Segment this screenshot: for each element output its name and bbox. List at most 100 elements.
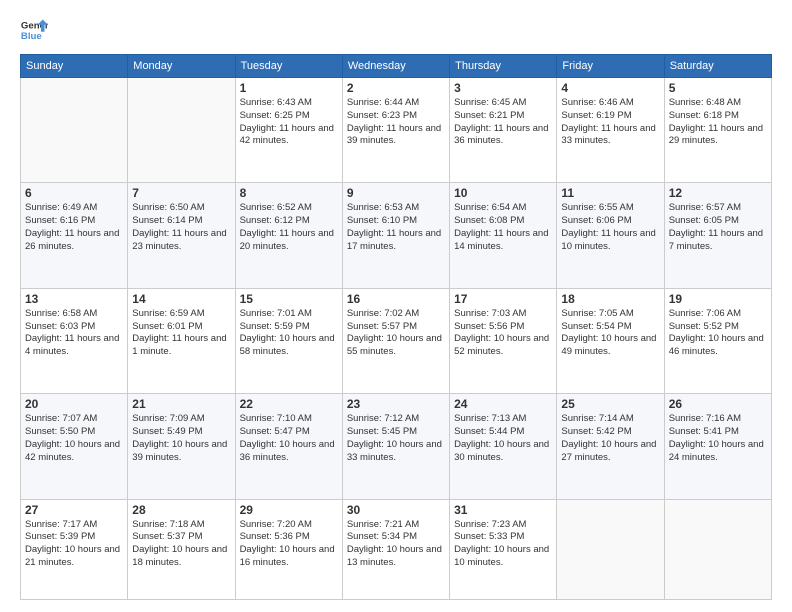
day-info: Sunrise: 6:55 AMSunset: 6:06 PMDaylight:… [561, 202, 659, 253]
day-info: Sunrise: 7:20 AMSunset: 5:36 PMDaylight:… [240, 519, 338, 570]
day-info: Sunrise: 7:03 AMSunset: 5:56 PMDaylight:… [454, 308, 552, 359]
day-number: 31 [454, 503, 552, 517]
calendar-cell: 20Sunrise: 7:07 AMSunset: 5:50 PMDayligh… [21, 394, 128, 499]
day-info: Sunrise: 7:09 AMSunset: 5:49 PMDaylight:… [132, 413, 230, 464]
calendar-week-row: 6 Sunrise: 6:49 AMSunset: 6:16 PMDaylight… [21, 183, 772, 288]
day-info: Sunrise: 6:53 AMSunset: 6:10 PMDaylight:… [347, 202, 445, 253]
calendar-cell: 1Sunrise: 6:43 AMSunset: 6:25 PMDaylight… [235, 78, 342, 183]
day-number: 1 [240, 81, 338, 95]
day-number: 25 [561, 397, 659, 411]
day-info: Sunrise: 7:07 AMSunset: 5:50 PMDaylight:… [25, 413, 123, 464]
calendar-cell [664, 499, 771, 599]
calendar-cell: 29 Sunrise: 7:20 AMSunset: 5:36 PMDayligh… [235, 499, 342, 599]
day-number: 5 [669, 81, 767, 95]
weekday-header: Thursday [450, 55, 557, 78]
calendar-cell: 4 Sunrise: 6:46 AMSunset: 6:19 PMDaylight… [557, 78, 664, 183]
day-info: Sunrise: 7:02 AMSunset: 5:57 PMDaylight:… [347, 308, 445, 359]
calendar-cell: 27Sunrise: 7:17 AMSunset: 5:39 PMDayligh… [21, 499, 128, 599]
calendar-cell: 14 Sunrise: 6:59 AMSunset: 6:01 PMDayligh… [128, 288, 235, 393]
day-number: 9 [347, 186, 445, 200]
calendar-cell: 13 Sunrise: 6:58 AMSunset: 6:03 PMDayligh… [21, 288, 128, 393]
day-info: Sunrise: 7:12 AMSunset: 5:45 PMDaylight:… [347, 413, 445, 464]
day-info: Sunrise: 6:48 AMSunset: 6:18 PMDaylight:… [669, 97, 767, 148]
calendar-cell: 6 Sunrise: 6:49 AMSunset: 6:16 PMDaylight… [21, 183, 128, 288]
day-number: 12 [669, 186, 767, 200]
day-number: 2 [347, 81, 445, 95]
calendar-cell: 12 Sunrise: 6:57 AMSunset: 6:05 PMDayligh… [664, 183, 771, 288]
calendar-week-row: 20Sunrise: 7:07 AMSunset: 5:50 PMDayligh… [21, 394, 772, 499]
day-number: 11 [561, 186, 659, 200]
calendar-cell: 18Sunrise: 7:05 AMSunset: 5:54 PMDayligh… [557, 288, 664, 393]
day-number: 23 [347, 397, 445, 411]
day-info: Sunrise: 6:59 AMSunset: 6:01 PMDaylight:… [132, 308, 230, 359]
day-info: Sunrise: 7:01 AMSunset: 5:59 PMDaylight:… [240, 308, 338, 359]
calendar-cell: 3 Sunrise: 6:45 AMSunset: 6:21 PMDaylight… [450, 78, 557, 183]
svg-text:Blue: Blue [21, 31, 42, 42]
day-info: Sunrise: 7:23 AMSunset: 5:33 PMDaylight:… [454, 519, 552, 570]
day-info: Sunrise: 7:13 AMSunset: 5:44 PMDaylight:… [454, 413, 552, 464]
day-number: 4 [561, 81, 659, 95]
calendar-cell: 2Sunrise: 6:44 AMSunset: 6:23 PMDaylight… [342, 78, 449, 183]
calendar-cell: 11 Sunrise: 6:55 AMSunset: 6:06 PMDayligh… [557, 183, 664, 288]
day-number: 19 [669, 292, 767, 306]
day-number: 18 [561, 292, 659, 306]
calendar-cell: 16Sunrise: 7:02 AMSunset: 5:57 PMDayligh… [342, 288, 449, 393]
day-info: Sunrise: 7:06 AMSunset: 5:52 PMDaylight:… [669, 308, 767, 359]
day-number: 26 [669, 397, 767, 411]
calendar-cell: 9 Sunrise: 6:53 AMSunset: 6:10 PMDaylight… [342, 183, 449, 288]
day-info: Sunrise: 6:45 AMSunset: 6:21 PMDaylight:… [454, 97, 552, 148]
calendar-cell: 17Sunrise: 7:03 AMSunset: 5:56 PMDayligh… [450, 288, 557, 393]
day-number: 30 [347, 503, 445, 517]
calendar-cell: 7 Sunrise: 6:50 AMSunset: 6:14 PMDaylight… [128, 183, 235, 288]
calendar-cell [128, 78, 235, 183]
day-info: Sunrise: 6:50 AMSunset: 6:14 PMDaylight:… [132, 202, 230, 253]
day-number: 8 [240, 186, 338, 200]
calendar-cell: 25 Sunrise: 7:14 AMSunset: 5:42 PMDayligh… [557, 394, 664, 499]
day-info: Sunrise: 6:58 AMSunset: 6:03 PMDaylight:… [25, 308, 123, 359]
logo: General Blue [20, 16, 48, 44]
weekday-header: Monday [128, 55, 235, 78]
calendar-cell: 23 Sunrise: 7:12 AMSunset: 5:45 PMDayligh… [342, 394, 449, 499]
page: General Blue SundayMondayTuesdayWednesda… [0, 0, 792, 612]
day-number: 15 [240, 292, 338, 306]
calendar-cell: 26 Sunrise: 7:16 AMSunset: 5:41 PMDayligh… [664, 394, 771, 499]
day-number: 21 [132, 397, 230, 411]
weekday-header: Wednesday [342, 55, 449, 78]
day-number: 6 [25, 186, 123, 200]
calendar-cell: 21 Sunrise: 7:09 AMSunset: 5:49 PMDayligh… [128, 394, 235, 499]
day-info: Sunrise: 7:14 AMSunset: 5:42 PMDaylight:… [561, 413, 659, 464]
day-number: 10 [454, 186, 552, 200]
weekday-header: Sunday [21, 55, 128, 78]
calendar-cell: 24 Sunrise: 7:13 AMSunset: 5:44 PMDayligh… [450, 394, 557, 499]
calendar-week-row: 27Sunrise: 7:17 AMSunset: 5:39 PMDayligh… [21, 499, 772, 599]
logo-icon: General Blue [20, 16, 48, 44]
day-info: Sunrise: 6:49 AMSunset: 6:16 PMDaylight:… [25, 202, 123, 253]
day-info: Sunrise: 7:10 AMSunset: 5:47 PMDaylight:… [240, 413, 338, 464]
calendar-cell: 31 Sunrise: 7:23 AMSunset: 5:33 PMDayligh… [450, 499, 557, 599]
calendar-cell: 5 Sunrise: 6:48 AMSunset: 6:18 PMDaylight… [664, 78, 771, 183]
day-number: 13 [25, 292, 123, 306]
day-number: 29 [240, 503, 338, 517]
weekday-header: Tuesday [235, 55, 342, 78]
day-info: Sunrise: 6:54 AMSunset: 6:08 PMDaylight:… [454, 202, 552, 253]
calendar-week-row: 13 Sunrise: 6:58 AMSunset: 6:03 PMDayligh… [21, 288, 772, 393]
day-number: 3 [454, 81, 552, 95]
day-number: 27 [25, 503, 123, 517]
calendar-cell: 8Sunrise: 6:52 AMSunset: 6:12 PMDaylight… [235, 183, 342, 288]
calendar-cell: 19 Sunrise: 7:06 AMSunset: 5:52 PMDayligh… [664, 288, 771, 393]
day-info: Sunrise: 7:16 AMSunset: 5:41 PMDaylight:… [669, 413, 767, 464]
calendar-cell: 22Sunrise: 7:10 AMSunset: 5:47 PMDayligh… [235, 394, 342, 499]
day-info: Sunrise: 6:57 AMSunset: 6:05 PMDaylight:… [669, 202, 767, 253]
day-number: 24 [454, 397, 552, 411]
weekday-header: Saturday [664, 55, 771, 78]
day-number: 7 [132, 186, 230, 200]
day-number: 14 [132, 292, 230, 306]
header: General Blue [20, 16, 772, 44]
day-info: Sunrise: 6:46 AMSunset: 6:19 PMDaylight:… [561, 97, 659, 148]
calendar-cell: 30Sunrise: 7:21 AMSunset: 5:34 PMDayligh… [342, 499, 449, 599]
day-info: Sunrise: 7:18 AMSunset: 5:37 PMDaylight:… [132, 519, 230, 570]
calendar-header-row: SundayMondayTuesdayWednesdayThursdayFrid… [21, 55, 772, 78]
calendar-cell: 15 Sunrise: 7:01 AMSunset: 5:59 PMDayligh… [235, 288, 342, 393]
calendar-cell [557, 499, 664, 599]
calendar-table: SundayMondayTuesdayWednesdayThursdayFrid… [20, 54, 772, 600]
